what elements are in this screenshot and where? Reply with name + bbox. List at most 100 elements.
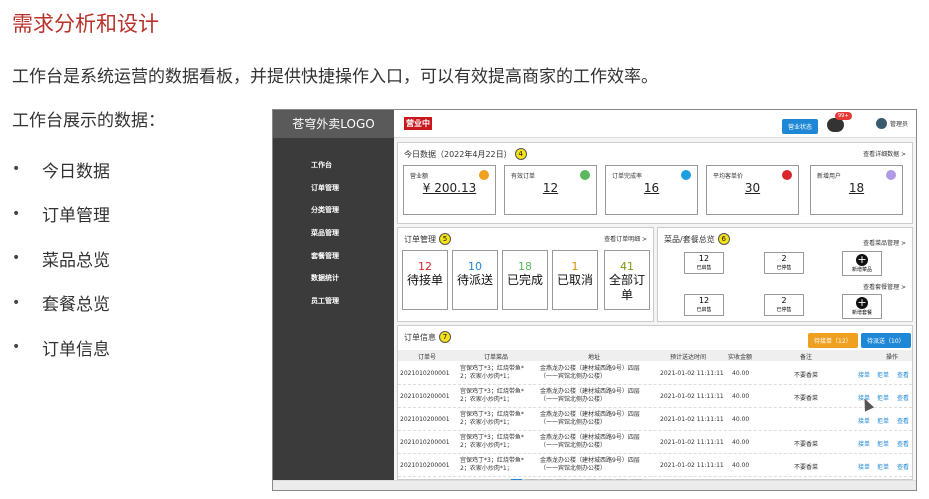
bullet-item: • 今日数据 (12, 147, 110, 192)
stat-label: 订单完成率 (612, 173, 643, 180)
panel-title: 菜品/套餐总览 6 (664, 233, 730, 245)
address-line: （一一宾馆北侧办公楼） (540, 396, 607, 403)
sidebar-item-statistics[interactable]: 数据统计 (273, 267, 394, 290)
accept-link[interactable]: 接单 (858, 462, 870, 471)
table-row: 2021010200001 宫保鸡丁*3；红烧带鱼* 2；农家小炒肉*1； 金燕龙… (398, 385, 912, 408)
order-management-panel: 订单管理 5 查看订单明细 > 12 待接单 10 待派送 18 已完成 1 已取… (397, 227, 654, 322)
order-box-completed[interactable]: 18 已完成 (502, 250, 548, 310)
sidebar-item-categories[interactable]: 分类管理 (273, 199, 394, 222)
reject-link[interactable]: 拒单 (877, 439, 889, 448)
number-badge: 7 (439, 331, 451, 343)
address-line: （一一宾馆北侧办公楼） (540, 419, 607, 426)
panel-title: 今日数据（2022年4月22日） 4 (404, 148, 527, 160)
sidebar-item-dishes[interactable]: 菜品管理 (273, 222, 394, 245)
col-header: 操作 (886, 354, 899, 361)
view-order-details-link[interactable]: 查看订单明细 > (604, 234, 647, 243)
price-icon (782, 170, 792, 180)
sidebar-item-employees[interactable]: 员工管理 (273, 290, 394, 313)
dish-overview-panel: 菜品/套餐总览 6 查看菜品管理 > 12 已启售 2 已停售 + 新增菜品 查看… (657, 227, 913, 322)
stat-card-completion-rate: 订单完成率 16 (605, 165, 698, 215)
table-row: 2021010200001 宫保鸡丁*3；红烧带鱼* 2；农家小炒肉*1； 金燕龙… (398, 431, 912, 454)
shop-status-button[interactable]: 营业状态 (782, 119, 819, 134)
stat-label: 营业额 (410, 173, 429, 180)
avatar[interactable] (876, 118, 887, 129)
col-header: 地址 (588, 354, 601, 361)
stat-card-revenue: 营业额 ¥ 200.13 (403, 165, 496, 215)
order-count: 41 (620, 260, 634, 273)
delivery-time: 2021-01-02 11:11:11 (660, 370, 724, 377)
to-deliver-button[interactable]: 待派送（10） (861, 333, 911, 348)
pending-orders-button[interactable]: 待接单（12） (808, 333, 858, 348)
today-title: 今日数据（2022年4月22日） (404, 149, 512, 159)
view-combo-link[interactable]: 查看套餐管理 > (863, 282, 906, 291)
add-combo-button[interactable]: + 新增套餐 (842, 294, 882, 319)
accept-link[interactable]: 接单 (858, 416, 870, 425)
dish-off-sale[interactable]: 2 已停售 (764, 252, 804, 274)
bullet-label: 菜品总览 (42, 250, 110, 271)
bullet-label: 订单信息 (42, 339, 110, 360)
horizontal-scrollbar[interactable] (273, 480, 916, 490)
combo-on-sale[interactable]: 12 已启售 (684, 294, 724, 316)
accept-link[interactable]: 接单 (858, 370, 870, 379)
view-link[interactable]: 查看 (897, 370, 909, 379)
sidebar-item-combos[interactable]: 套餐管理 (273, 245, 394, 268)
order-amount: 40.00 (732, 370, 750, 377)
check-icon (580, 170, 590, 180)
order-address: 金燕龙办公楼（建材城西路9号）四层 （一一宾馆北侧办公楼） (540, 388, 640, 404)
view-dish-link[interactable]: 查看菜品管理 > (863, 238, 906, 247)
col-header: 订单菜品 (484, 354, 509, 361)
revenue-icon (479, 170, 489, 180)
order-label: 待派送 (456, 273, 493, 287)
today-data-panel: 今日数据（2022年4月22日） 4 查看详细数据 > 营业额 ¥ 200.13 … (397, 142, 913, 224)
order-amount: 40.00 (732, 462, 750, 469)
order-box-to-deliver[interactable]: 10 待派送 (452, 250, 498, 310)
address-line: 金燕龙办公楼（建材城西路9号）四层 (540, 434, 640, 441)
bullet-icon: • (12, 294, 21, 311)
delivery-time: 2021-01-02 11:11:11 (660, 439, 724, 446)
delivery-time: 2021-01-02 11:11:11 (660, 416, 724, 423)
order-id: 2021010200001 (400, 416, 450, 423)
order-box-all[interactable]: 41 全部订单 (604, 250, 650, 310)
table-row: 2021010200001 宫保鸡丁*3；红烧带鱼* 2；农家小炒肉*1； 金燕龙… (398, 362, 912, 385)
table-row: 2021010200001 宫保鸡丁*3；红烧带鱼* 2；农家小炒肉*1； 金燕龙… (398, 454, 912, 477)
view-link[interactable]: 查看 (897, 439, 909, 448)
dish-on-sale[interactable]: 12 已启售 (684, 252, 724, 274)
add-combo-label: 新增套餐 (851, 310, 872, 316)
admin-label[interactable]: 管理员 (890, 119, 908, 128)
sidebar-item-workbench[interactable]: 工作台 (273, 154, 394, 177)
reject-link[interactable]: 拒单 (877, 462, 889, 471)
reject-link[interactable]: 拒单 (877, 416, 889, 425)
order-box-pending[interactable]: 12 待接单 (402, 250, 448, 310)
plus-icon: + (856, 253, 868, 266)
add-dish-label: 新增菜品 (851, 267, 872, 273)
address-line: （一一宾馆北侧办公楼） (540, 465, 607, 472)
dish-label: 已停售 (776, 265, 792, 271)
bullet-icon: • (12, 339, 21, 356)
order-label: 已完成 (506, 273, 543, 287)
add-dish-button[interactable]: + 新增菜品 (842, 251, 882, 276)
view-link[interactable]: 查看 (897, 462, 909, 471)
view-details-link[interactable]: 查看详细数据 > (863, 149, 906, 158)
panel-title: 订单管理 5 (404, 233, 451, 245)
message-icon[interactable] (827, 118, 844, 132)
reject-link[interactable]: 拒单 (877, 370, 889, 379)
accept-link[interactable]: 接单 (858, 439, 870, 448)
order-box-cancelled[interactable]: 1 已取消 (552, 250, 598, 310)
table-row: 2021010200001 宫保鸡丁*3；红烧带鱼* 2；农家小炒肉*1； 金燕龙… (398, 408, 912, 431)
dish-line: 2；农家小炒肉*1； (460, 396, 513, 403)
order-count: 12 (418, 260, 432, 273)
combo-count: 2 (781, 296, 787, 305)
view-link[interactable]: 查看 (897, 393, 909, 402)
reject-link[interactable]: 拒单 (877, 393, 889, 402)
bullet-item: • 菜品总览 (12, 236, 110, 281)
order-dishes: 宫保鸡丁*3；红烧带鱼* 2；农家小炒肉*1； (460, 365, 524, 381)
view-link[interactable]: 查看 (897, 416, 909, 425)
combo-off-sale[interactable]: 2 已停售 (764, 294, 804, 316)
sidebar-item-orders[interactable]: 订单管理 (273, 177, 394, 200)
order-info-title: 订单信息 (404, 332, 436, 342)
number-badge: 4 (514, 148, 527, 160)
order-dishes: 宫保鸡丁*3；红烧带鱼* 2；农家小炒肉*1； (460, 434, 524, 450)
order-amount: 40.00 (732, 439, 750, 446)
bullet-label: 订单管理 (42, 206, 110, 227)
col-header: 订单号 (418, 354, 437, 361)
